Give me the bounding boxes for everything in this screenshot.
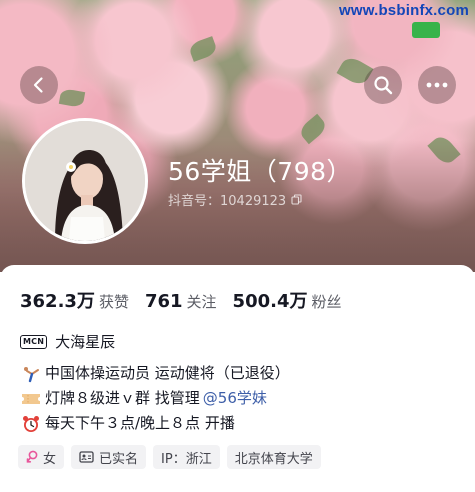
back-button[interactable]	[20, 66, 58, 104]
bio: 中国体操运动员 运动健将（已退役） 灯牌８级进ｖ群 找管理 @56学妹 每天下午…	[20, 361, 290, 436]
stats-row: 362.3万 获赞 761 关注 500.4万 粉丝	[20, 287, 358, 313]
bio-line: 灯牌８级进ｖ群 找管理 @56学妹	[20, 386, 290, 411]
stat-label: 粉丝	[311, 293, 342, 311]
stat-value: 761	[144, 291, 183, 312]
bio-text: 灯牌８级进ｖ群 找管理	[45, 389, 200, 407]
stat-value: 362.3万	[20, 291, 95, 312]
more-options-button[interactable]	[418, 66, 456, 104]
female-icon	[26, 450, 38, 463]
tag-ip-location[interactable]: IP：浙江	[153, 445, 220, 469]
mcn-badge-icon: MCN	[20, 334, 48, 349]
bio-line: 中国体操运动员 运动健将（已退役）	[20, 361, 290, 386]
chevron-left-icon	[33, 77, 43, 93]
tag-label: 北京体育大学	[234, 451, 313, 467]
mcn-row[interactable]: MCN 大海星辰	[20, 331, 115, 352]
bio-text: 每天下午３点/晚上８点 开播	[45, 414, 235, 432]
stat-value: 500.4万	[232, 291, 308, 312]
search-button[interactable]	[364, 66, 402, 104]
avatar[interactable]	[22, 118, 148, 244]
avatar-portrait	[25, 121, 145, 241]
search-icon	[374, 76, 393, 95]
copy-icon[interactable]	[291, 194, 302, 205]
tags-row: 女 已实名 IP：浙江 北京体育大学	[18, 445, 321, 469]
gymnast-icon	[20, 365, 42, 383]
nickname: 56学姐（798）	[168, 157, 353, 186]
stat-label: 关注	[186, 293, 217, 311]
tag-label: 女	[43, 451, 57, 467]
tag-school[interactable]: 北京体育大学	[226, 445, 321, 469]
id-card-icon	[79, 451, 94, 463]
tag-gender[interactable]: 女	[18, 445, 65, 469]
stat-label: 获赞	[98, 293, 129, 311]
battery-indicator	[412, 22, 440, 38]
mention-link[interactable]: @56学妹	[203, 386, 267, 411]
alarm-clock-icon	[20, 415, 42, 433]
watermark-text: www.bsbinfx.com	[339, 2, 469, 19]
bio-text: 中国体操运动员 运动健将（已退役）	[45, 364, 290, 382]
mcn-name: 大海星辰	[55, 333, 116, 351]
ticket-icon	[20, 392, 42, 406]
douyin-id-text: 抖音号：10429123	[168, 194, 287, 209]
tag-label: 已实名	[99, 451, 139, 467]
tag-verified[interactable]: 已实名	[71, 445, 147, 469]
douyin-id[interactable]: 抖音号：10429123	[168, 190, 302, 209]
bio-line: 每天下午３点/晚上８点 开播	[20, 411, 290, 436]
more-dots-icon	[426, 82, 448, 88]
stat-followers[interactable]: 500.4万 粉丝	[233, 287, 342, 313]
tag-label: IP：浙江	[161, 451, 212, 467]
stat-likes[interactable]: 362.3万 获赞	[20, 287, 129, 313]
stat-following[interactable]: 761 关注	[145, 291, 217, 312]
profile-info-card: 362.3万 获赞 761 关注 500.4万 粉丝 MCN 大海星辰 中国体操…	[0, 265, 475, 492]
